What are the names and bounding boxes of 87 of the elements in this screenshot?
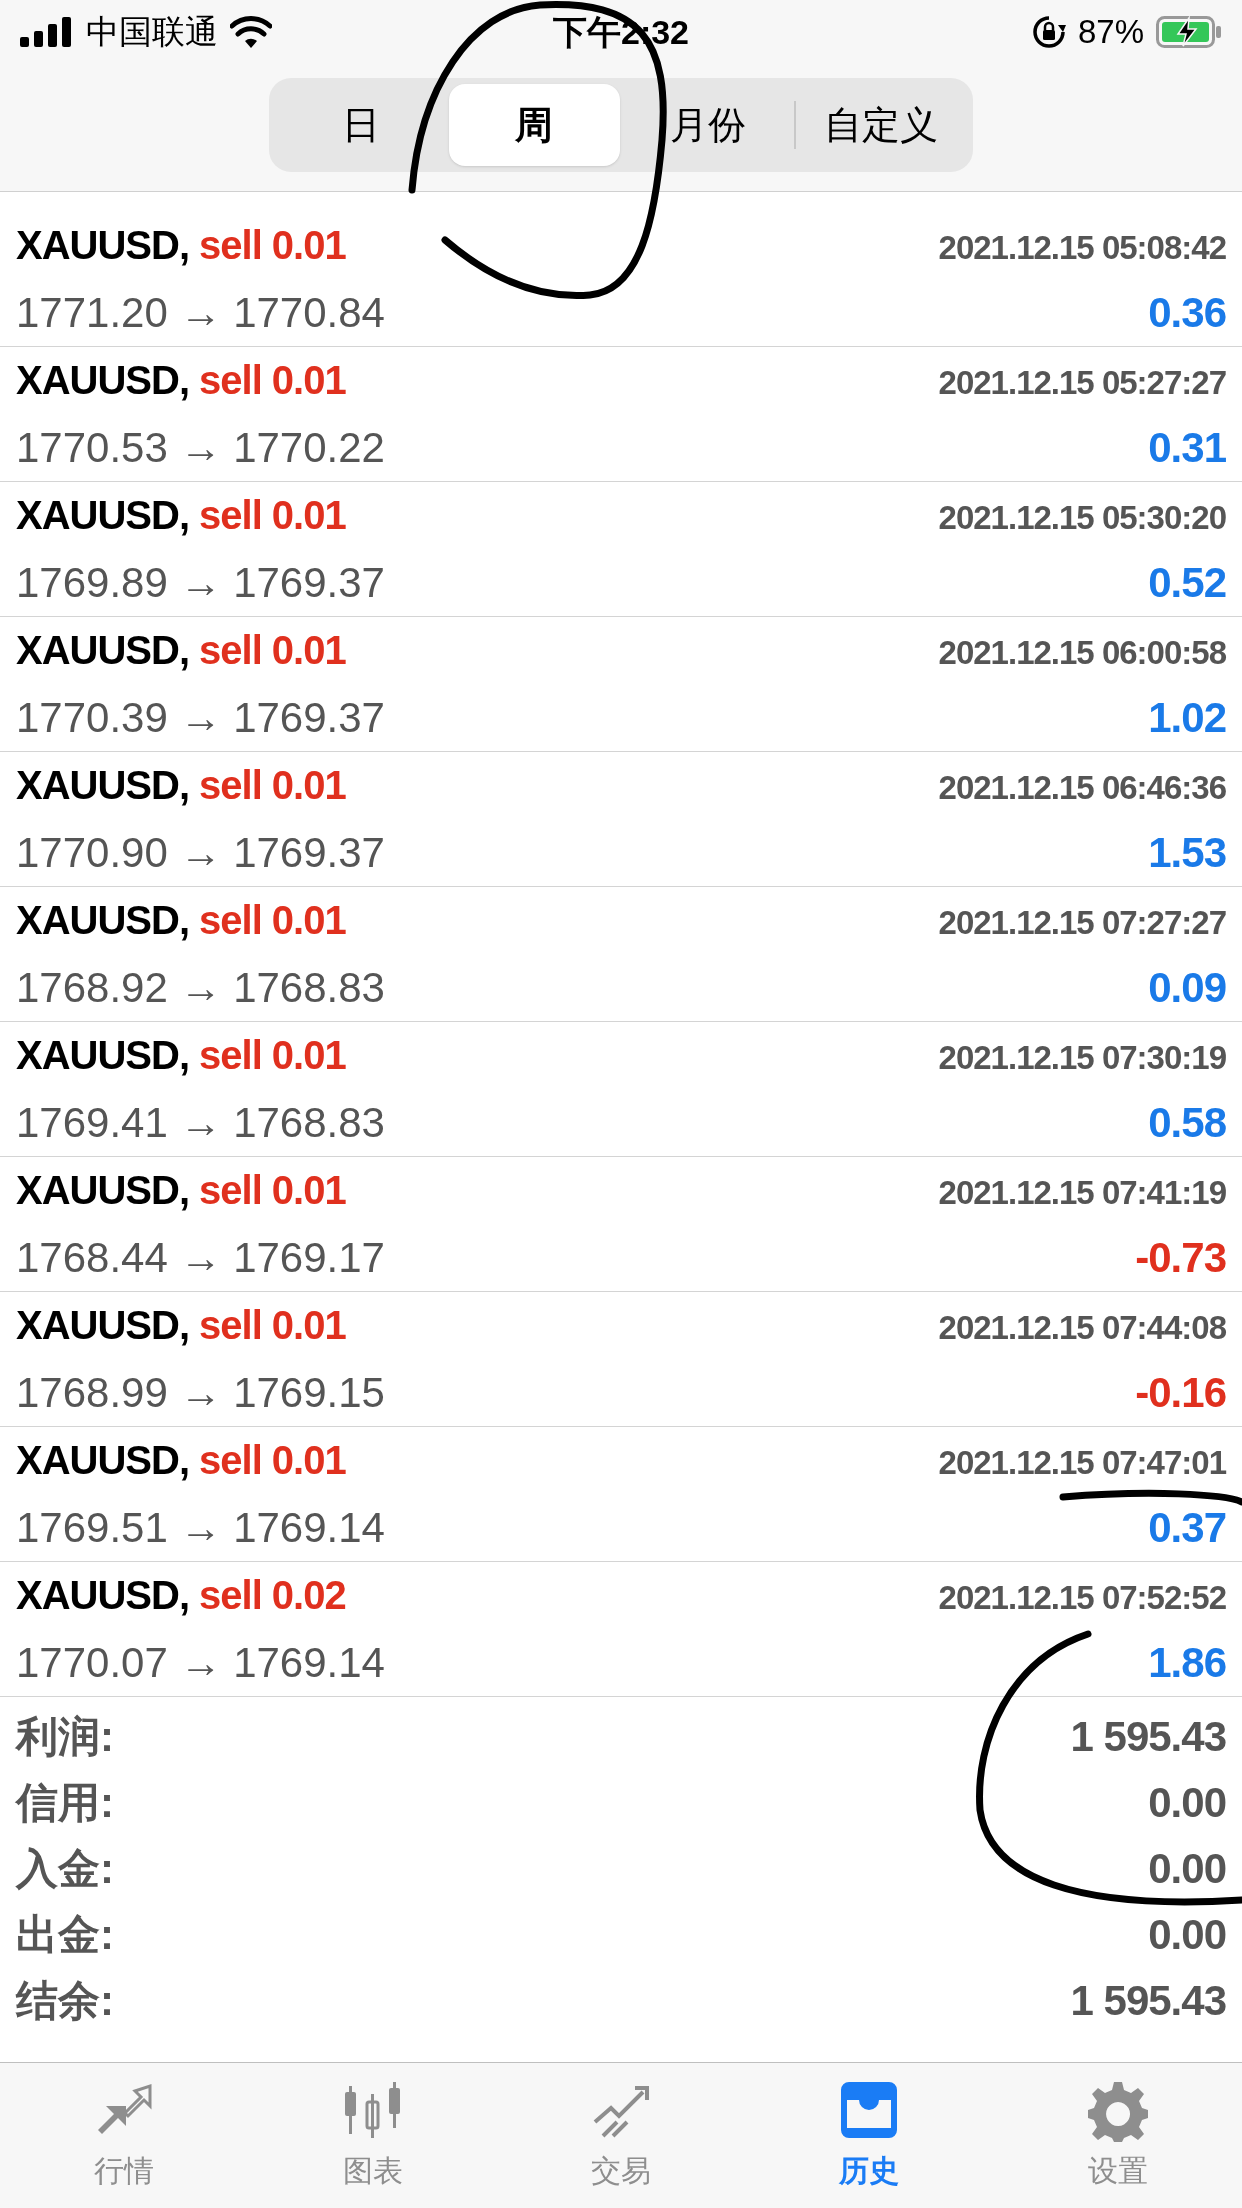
signal-icon xyxy=(20,17,74,47)
summary-value: 1 595.43 xyxy=(1070,1975,1226,2026)
deal-time: 2021.12.15 06:00:58 xyxy=(938,632,1226,673)
period-tab[interactable]: 自定义 xyxy=(795,84,967,166)
deal-type: sell 0.01 xyxy=(199,1301,346,1349)
deal-row[interactable]: XAUUSD, sell 0.01 2021.12.15 06:00:58 1770.39 → 1769.37 1.02 xyxy=(0,617,1242,752)
wifi-icon xyxy=(230,16,272,48)
deal-type: sell 0.01 xyxy=(199,1031,346,1079)
deal-row[interactable]: XAUUSD, sell 0.01 2021.12.15 07:41:19 1768.44 → 1769.17 -0.73 xyxy=(0,1157,1242,1292)
summary-value: 0.00 xyxy=(1148,1777,1226,1828)
profit: 0.52 xyxy=(1148,557,1226,608)
summary-label: 出金: xyxy=(16,1909,114,1960)
symbol: XAUUSD, xyxy=(16,1436,190,1484)
summary-value: 1 595.43 xyxy=(1070,1711,1226,1762)
deal-type: sell 0.01 xyxy=(199,626,346,674)
price-change: 1770.90 → 1769.37 xyxy=(16,827,385,878)
deal-row[interactable]: XAUUSD, sell 0.01 2021.12.15 05:30:20 1769.89 → 1769.37 0.52 xyxy=(0,482,1242,617)
summary-value: 0.00 xyxy=(1148,1909,1226,1960)
symbol: XAUUSD, xyxy=(16,1571,190,1619)
deal-time: 2021.12.15 07:30:19 xyxy=(938,1037,1226,1078)
profit: 0.09 xyxy=(1148,962,1226,1013)
deal-type: sell 0.01 xyxy=(199,221,346,269)
summary-label: 入金: xyxy=(16,1843,114,1894)
deal-row[interactable]: XAUUSD, sell 0.01 2021.12.15 07:27:27 1768.92 → 1768.83 0.09 xyxy=(0,887,1242,1022)
carrier-name: 中国联通 xyxy=(86,12,218,53)
deal-type: sell 0.01 xyxy=(199,356,346,404)
price-change: 1770.53 → 1770.22 xyxy=(16,422,385,473)
deal-time: 2021.12.15 05:27:27 xyxy=(938,362,1226,403)
symbol: XAUUSD, xyxy=(16,896,190,944)
summary-label: 信用: xyxy=(16,1777,114,1828)
symbol: XAUUSD, xyxy=(16,1031,190,1079)
deal-row[interactable]: XAUUSD, sell 0.02 2021.12.15 07:52:52 1770.07 → 1769.14 1.86 xyxy=(0,1562,1242,1697)
battery-charging-icon xyxy=(1156,16,1222,48)
deal-row[interactable]: XAUUSD, sell 0.01 2021.12.15 05:27:27 1770.53 → 1770.22 0.31 xyxy=(0,347,1242,482)
price-change: 1768.92 → 1768.83 xyxy=(16,962,385,1013)
price-change: 1769.51 → 1769.14 xyxy=(16,1502,385,1553)
deal-row[interactable]: XAUUSD, sell 0.01 2021.12.15 07:44:08 1768.99 → 1769.15 -0.16 xyxy=(0,1292,1242,1427)
deal-type: sell 0.02 xyxy=(199,1571,346,1619)
period-tab[interactable]: 月份 xyxy=(622,84,794,166)
profit: 0.31 xyxy=(1148,422,1226,473)
symbol: XAUUSD, xyxy=(16,761,190,809)
price-change: 1768.99 → 1769.15 xyxy=(16,1367,385,1418)
price-change: 1768.44 → 1769.17 xyxy=(16,1232,385,1283)
deal-time: 2021.12.15 05:08:42 xyxy=(938,227,1226,268)
symbol: XAUUSD, xyxy=(16,1166,190,1214)
deal-time: 2021.12.15 05:30:20 xyxy=(938,497,1226,538)
tab-bar-item[interactable]: 历史 xyxy=(745,2063,994,2208)
symbol: XAUUSD, xyxy=(16,356,190,404)
deal-row[interactable]: XAUUSD, sell 0.01 2021.12.15 07:47:01 1769.51 → 1769.14 0.37 xyxy=(0,1427,1242,1562)
symbol: XAUUSD, xyxy=(16,1301,190,1349)
deal-type: sell 0.01 xyxy=(199,761,346,809)
deal-type: sell 0.01 xyxy=(199,1436,346,1484)
profit: 1.53 xyxy=(1148,827,1226,878)
deal-time: 2021.12.15 07:44:08 xyxy=(938,1307,1226,1348)
period-tab[interactable]: 日 xyxy=(275,84,447,166)
deal-type: sell 0.01 xyxy=(199,1166,346,1214)
deal-row[interactable]: XAUUSD, sell 0.01 2021.12.15 05:08:42 1771.20 → 1770.84 0.36 xyxy=(0,212,1242,347)
deal-row[interactable]: XAUUSD, sell 0.01 2021.12.15 07:30:19 1769.41 → 1768.83 0.58 xyxy=(0,1022,1242,1157)
deal-type: sell 0.01 xyxy=(199,896,346,944)
price-change: 1769.41 → 1768.83 xyxy=(16,1097,385,1148)
deal-time: 2021.12.15 07:52:52 xyxy=(938,1577,1226,1618)
profit: 1.86 xyxy=(1148,1637,1226,1688)
period-tab[interactable]: 周 xyxy=(448,84,620,166)
deal-type: sell 0.01 xyxy=(199,491,346,539)
symbol: XAUUSD, xyxy=(16,221,190,269)
summary-label: 结余: xyxy=(16,1975,114,2026)
deal-time: 2021.12.15 07:47:01 xyxy=(938,1442,1226,1483)
price-change: 1769.89 → 1769.37 xyxy=(16,557,385,608)
deal-time: 2021.12.15 07:27:27 xyxy=(938,902,1226,943)
profit: 0.36 xyxy=(1148,287,1226,338)
profit: 0.58 xyxy=(1148,1097,1226,1148)
rotation-lock-icon xyxy=(1031,15,1066,49)
summary-value: 0.00 xyxy=(1148,1843,1226,1894)
deal-time: 2021.12.15 07:41:19 xyxy=(938,1172,1226,1213)
deal-row[interactable]: XAUUSD, sell 0.01 2021.12.15 06:46:36 1770.90 → 1769.37 1.53 xyxy=(0,752,1242,887)
price-change: 1771.20 → 1770.84 xyxy=(16,287,385,338)
battery-percent: 87% xyxy=(1077,12,1144,53)
symbol: XAUUSD, xyxy=(16,626,190,674)
deal-time: 2021.12.15 06:46:36 xyxy=(938,767,1226,808)
profit: -0.16 xyxy=(1135,1367,1226,1418)
profit: 0.37 xyxy=(1148,1502,1226,1553)
summary-label: 利润: xyxy=(16,1711,114,1762)
price-change: 1770.39 → 1769.37 xyxy=(16,692,385,743)
price-change: 1770.07 → 1769.14 xyxy=(16,1637,385,1688)
symbol: XAUUSD, xyxy=(16,491,190,539)
profit: 1.02 xyxy=(1148,692,1226,743)
profit: -0.73 xyxy=(1135,1232,1226,1283)
